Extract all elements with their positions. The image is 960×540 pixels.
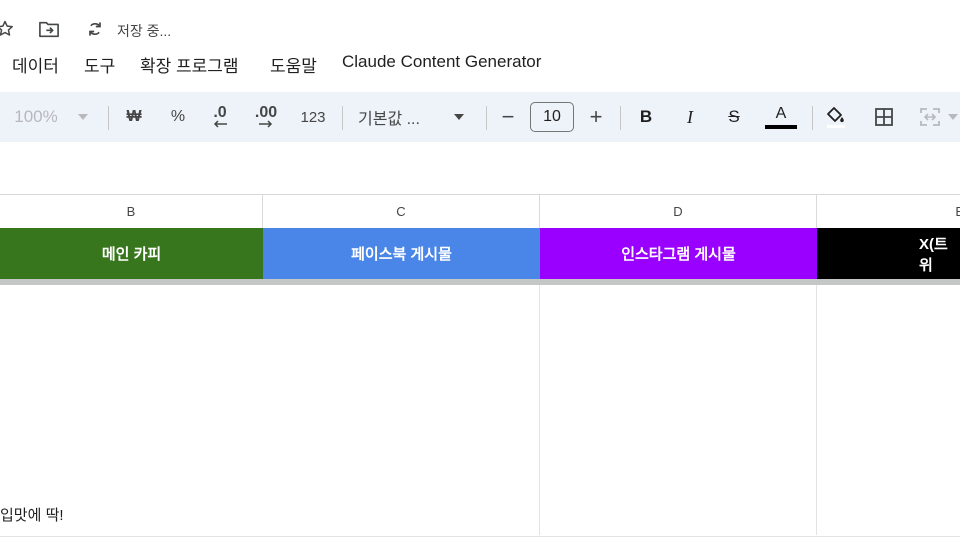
header-cell-instagram[interactable]: 인스타그램 게시물	[540, 228, 817, 279]
currency-format-button[interactable]: ₩	[120, 92, 148, 142]
column-header-e[interactable]: E	[817, 195, 960, 228]
italic-button[interactable]: I	[678, 92, 702, 142]
menu-bar: 데이터 도구 확장 프로그램 도움말 Claude Content Genera…	[0, 48, 960, 78]
column-headers: B C D E	[0, 194, 960, 228]
decrease-decimal-label: .0	[213, 104, 227, 121]
menu-claude-content-generator[interactable]: Claude Content Generator	[342, 52, 541, 72]
increase-font-size-button[interactable]: +	[584, 92, 608, 142]
star-icon[interactable]	[0, 18, 16, 40]
header-cell-facebook[interactable]: 페이스북 게시물	[263, 228, 540, 279]
bold-button[interactable]: B	[634, 92, 658, 142]
zoom-select[interactable]: 100%	[8, 92, 64, 142]
syncing-icon	[84, 18, 106, 40]
fill-color-icon[interactable]	[822, 92, 850, 142]
font-select[interactable]: 기본값 ...	[358, 92, 434, 142]
percent-format-button[interactable]: %	[164, 92, 192, 142]
menu-data[interactable]: 데이터	[12, 52, 59, 77]
increase-decimal-label: .00	[254, 104, 278, 121]
column-header-e-label: E	[955, 204, 960, 219]
arrow-right-icon	[259, 120, 273, 128]
save-status: 저장 중...	[117, 23, 172, 39]
font-size-input[interactable]: 10	[530, 102, 574, 132]
merge-cells-icon[interactable]	[916, 92, 944, 142]
header-cell-main-copy[interactable]: 메인 카피	[0, 228, 263, 279]
decrease-decimal-button[interactable]: .0	[204, 92, 236, 142]
borders-icon[interactable]	[870, 92, 898, 142]
number-format-button[interactable]: 123	[296, 92, 330, 142]
text-color-bar	[765, 125, 797, 129]
decrease-font-size-button[interactable]: −	[496, 92, 520, 142]
strikethrough-button[interactable]: S	[722, 92, 746, 142]
header-row: 메인 카피 페이스북 게시물 인스타그램 게시물 X(트위	[0, 228, 960, 279]
text-color-letter: A	[775, 105, 787, 122]
cell-b-text[interactable]: 입맛에 딱!	[0, 504, 64, 525]
font-dropdown-icon[interactable]	[450, 92, 468, 142]
column-header-d[interactable]: D	[540, 195, 817, 228]
increase-decimal-button[interactable]: .00	[248, 92, 284, 142]
header-cell-x-twitter[interactable]: X(트위	[817, 228, 960, 279]
toolbar: 100% ₩ % .0 .00 123 기본값 ... − 10 + B I S…	[0, 92, 960, 142]
text-color-button[interactable]: A	[764, 92, 798, 142]
column-header-c[interactable]: C	[263, 195, 540, 228]
formula-bar-area	[0, 142, 960, 194]
arrow-left-icon	[213, 120, 227, 128]
column-header-b[interactable]: B	[0, 195, 263, 228]
menu-extensions[interactable]: 확장 프로그램	[140, 52, 239, 77]
move-to-folder-icon[interactable]	[38, 18, 60, 40]
menu-help[interactable]: 도움말	[270, 52, 317, 77]
title-row: 저장 중...	[0, 14, 960, 44]
menu-tools[interactable]: 도구	[84, 52, 115, 77]
merge-dropdown-icon[interactable]	[946, 92, 960, 142]
zoom-dropdown-icon[interactable]	[72, 92, 94, 142]
cell-grid: 입맛에 딱!	[0, 285, 960, 540]
